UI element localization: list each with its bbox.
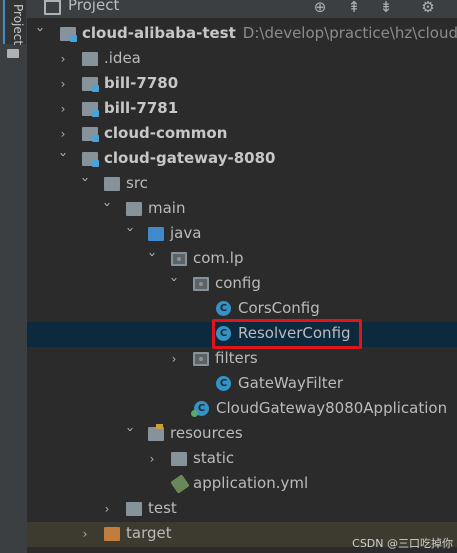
tree-row-config[interactable]: ˅ config	[27, 272, 457, 297]
tree-row-filters[interactable]: › filters	[27, 347, 457, 372]
class-icon: C	[216, 301, 231, 316]
source-folder-icon	[148, 227, 164, 241]
module-folder-icon	[82, 102, 99, 117]
tree-row-application-class[interactable]: C CloudGateway8080Application	[27, 397, 457, 422]
tree-row-bill-7781[interactable]: › bill-7781	[27, 97, 457, 122]
tree-label: application.yml	[193, 474, 309, 492]
package-icon	[193, 277, 209, 291]
tree-label: cloud-alibaba-test D:\develop\practice\hz…	[82, 24, 457, 42]
tree-label: resources	[170, 424, 243, 442]
chevron-down-icon[interactable]: ˅	[54, 152, 72, 166]
folder-icon	[104, 177, 120, 191]
tree-row-application-yml[interactable]: application.yml	[27, 472, 457, 497]
folder-icon	[171, 452, 187, 466]
tree-row-bill-7780[interactable]: › bill-7780	[27, 72, 457, 97]
tree-row-main[interactable]: ˅ main	[27, 197, 457, 222]
tree-row-src[interactable]: ˅ src	[27, 172, 457, 197]
chevron-right-icon[interactable]: ›	[79, 527, 91, 541]
root-path: D:\develop\practice\hz\cloud-a	[242, 24, 457, 42]
chevron-right-icon[interactable]: ›	[57, 77, 69, 91]
toolbar-title[interactable]: Project	[68, 0, 119, 14]
tree-label: cloud-common	[104, 124, 228, 142]
chevron-right-icon[interactable]: ›	[146, 452, 158, 466]
tree-label: target	[126, 524, 172, 542]
tree-label: CorsConfig	[238, 299, 320, 317]
tree-row-idea[interactable]: › .idea	[27, 47, 457, 72]
spring-boot-app-icon: C	[191, 401, 209, 417]
tree-label: CloudGateway8080Application	[216, 399, 448, 417]
module-folder-icon	[60, 27, 77, 42]
tree-row-cloud-common[interactable]: › cloud-common	[27, 122, 457, 147]
tree-row-com-lp[interactable]: ˅ com.lp	[27, 247, 457, 272]
expand-all-icon[interactable]: ⇟	[376, 0, 396, 16]
watermark: CSDN @三口吃掉你	[352, 537, 453, 550]
chevron-right-icon[interactable]: ›	[57, 127, 69, 141]
tool-window-strip: Project	[0, 0, 28, 553]
chevron-right-icon[interactable]: ›	[101, 502, 113, 516]
tree-row-resources[interactable]: ˅ resources	[27, 422, 457, 447]
tree-label: com.lp	[193, 249, 244, 267]
chevron-down-icon[interactable]: ˅	[76, 177, 94, 191]
module-folder-icon	[82, 77, 99, 92]
class-icon: C	[216, 376, 231, 391]
tree-label: bill-7780	[104, 74, 179, 92]
tree-label: bill-7781	[104, 99, 179, 117]
settings-icon[interactable]: ⚙	[418, 0, 438, 16]
module-folder-icon	[82, 127, 99, 142]
tree-label: java	[170, 224, 202, 242]
chevron-right-icon[interactable]: ›	[168, 352, 180, 366]
tree-label: GateWayFilter	[238, 374, 344, 392]
project-toolbar: Project ⊕ ⇞ ⇟ ⚙	[27, 0, 457, 18]
module-folder-icon	[82, 152, 99, 167]
tree-label: config	[215, 274, 261, 292]
project-view-icon	[44, 0, 61, 15]
package-icon	[171, 252, 187, 266]
chevron-right-icon[interactable]: ›	[57, 52, 69, 66]
tree-label: main	[148, 199, 186, 217]
excluded-folder-icon	[104, 527, 120, 541]
folder-icon	[126, 502, 142, 516]
package-icon	[193, 352, 209, 366]
chevron-down-icon[interactable]: ˅	[121, 427, 139, 441]
tree-row-cloud-gateway[interactable]: ˅ cloud-gateway-8080	[27, 147, 457, 172]
folder-icon[interactable]	[7, 49, 19, 58]
tree-label: test	[148, 499, 177, 517]
highlight-box	[212, 319, 362, 349]
chevron-right-icon[interactable]: ›	[57, 102, 69, 116]
folder-icon	[126, 202, 142, 216]
collapse-all-icon[interactable]: ⇞	[344, 0, 364, 16]
project-tool-tab[interactable]: Project	[3, 0, 26, 46]
chevron-down-icon[interactable]: ˅	[98, 202, 116, 216]
chevron-down-icon[interactable]: ˅	[31, 27, 49, 41]
chevron-down-icon[interactable]: ˅	[143, 252, 161, 266]
locate-icon[interactable]: ⊕	[310, 0, 330, 16]
tree-row-java[interactable]: ˅ java	[27, 222, 457, 247]
tree-row-gateway-filter[interactable]: C GateWayFilter	[27, 372, 457, 397]
tree-row-root[interactable]: ˅ cloud-alibaba-test D:\develop\practice\…	[27, 22, 457, 47]
tree-label: src	[126, 174, 148, 192]
folder-icon	[82, 52, 98, 66]
chevron-down-icon[interactable]: ˅	[121, 227, 139, 241]
chevron-down-icon[interactable]: ˅	[165, 277, 183, 291]
tree-row-test[interactable]: › test	[27, 497, 457, 522]
project-tab-label: Project	[11, 4, 25, 46]
tree-label: .idea	[104, 49, 141, 67]
tree-label: filters	[215, 349, 258, 367]
tree-row-static[interactable]: › static	[27, 447, 457, 472]
tree-label: cloud-gateway-8080	[104, 149, 276, 167]
yaml-file-icon	[170, 474, 190, 494]
tree-row-resolver-config[interactable]: C ResolverConfig	[27, 319, 457, 349]
tree-label: static	[193, 449, 235, 467]
resources-folder-icon	[148, 424, 164, 441]
